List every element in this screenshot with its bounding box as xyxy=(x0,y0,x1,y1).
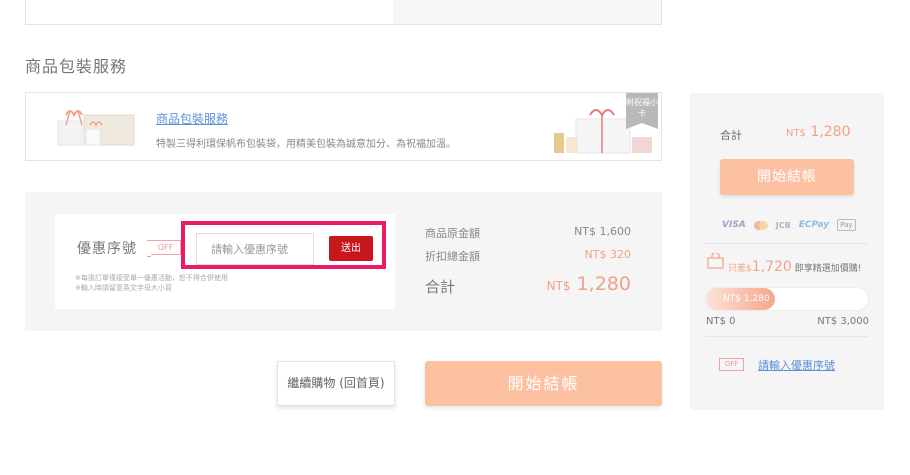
sidebar-divider xyxy=(705,243,869,244)
gift-wrap-card: 商品包裝服務 特製三得利環保帆布包裝袋，用精美包裝為誠意加分、為祝福加溫。 附祝… xyxy=(25,92,662,161)
sidebar-checkout-button[interactable]: 開始結帳 xyxy=(720,159,854,195)
gift-bag-image xyxy=(57,110,135,146)
total-label: 合計 xyxy=(425,278,456,296)
sidebar-total-amount: 1,280 xyxy=(810,124,851,140)
original-amount-value: NT$ 1,600 xyxy=(574,225,631,238)
discount-amount-row: 折扣總金額 NT$ 320 xyxy=(425,248,631,264)
sidebar-divider xyxy=(705,336,869,337)
gift-wrap-description: 特製三得利環保帆布包裝袋，用精美包裝為誠意加分、為祝福加溫。 xyxy=(156,139,456,150)
previous-section-card xyxy=(25,0,662,25)
sidebar-coupon-link[interactable]: 請輸入優惠序號 xyxy=(758,357,835,373)
total-value: NT$ 1,280 xyxy=(547,273,631,295)
mastercard-icon xyxy=(753,220,768,230)
coupon-highlight-box xyxy=(181,221,386,269)
total-row: 合計 NT$ 1,280 xyxy=(425,273,631,297)
discount-amount-label: 折扣總金額 xyxy=(425,250,480,263)
add-on-promo-text: 只差$1,720 即享精選加價購! xyxy=(728,259,861,275)
sidebar-total-currency: NT$ xyxy=(786,128,806,139)
original-amount-row: 商品原金額 NT$ 1,600 xyxy=(425,225,631,241)
previous-section-shade xyxy=(393,0,661,24)
coupon-note-2: ※輸入時請留意英文字母大小寫 xyxy=(75,284,172,292)
sidebar-total-value: NT$ 1,280 xyxy=(786,124,851,140)
off-tag-icon: OFF xyxy=(719,358,744,371)
section-title: 商品包裝服務 xyxy=(25,57,128,76)
coupon-label: 優惠序號 xyxy=(77,241,137,257)
ecpay-icon: ECPay xyxy=(798,220,830,230)
off-tag-icon: OFF xyxy=(147,240,181,257)
cart-page: 商品包裝服務 商品包裝服務 特製三得利環保帆布包裝袋，用精美包裝為誠意加分、為祝… xyxy=(0,0,910,475)
progress-min-label: NT$ 0 xyxy=(706,316,736,327)
total-currency: NT$ xyxy=(546,279,571,293)
jcb-icon: JCB xyxy=(775,220,791,230)
sidebar-total-label: 合計 xyxy=(720,129,742,142)
continue-shopping-button[interactable]: 繼續購物 (回首頁) xyxy=(277,361,395,406)
original-amount-label: 商品原金額 xyxy=(425,227,480,240)
gift-wrap-link[interactable]: 商品包裝服務 xyxy=(156,110,228,127)
apple-pay-icon: Pay xyxy=(837,219,856,231)
checkout-button[interactable]: 開始結帳 xyxy=(425,361,662,406)
promo-suffix: 即享精選加價購! xyxy=(794,264,862,274)
spend-progress-bar: NT$ 1,280 xyxy=(705,287,869,311)
sidebar-summary: 合計 NT$ 1,280 開始結帳 VISA JCB ECPay Pay 只差$… xyxy=(690,93,884,410)
total-amount: 1,280 xyxy=(576,273,631,295)
promo-amount: 1,720 xyxy=(751,259,792,275)
visa-icon: VISA xyxy=(722,220,746,230)
coupon-notes: ※每張訂單僅接受單一優惠活動，恕不得合併使用 ※輸入時請留意英文字母大小寫 xyxy=(75,273,228,293)
payment-methods: VISA JCB ECPay Pay xyxy=(722,218,856,232)
spend-progress-label: NT$ 1,280 xyxy=(723,294,770,304)
discount-amount-value: NT$ 320 xyxy=(584,248,631,261)
promo-prefix: 只差$ xyxy=(728,264,752,274)
shopping-bag-icon xyxy=(707,253,724,269)
coupon-note-1: ※每張訂單僅接受單一優惠活動，恕不得合併使用 xyxy=(75,274,228,282)
blessing-card-tag: 附祝福小卡 xyxy=(626,93,658,129)
progress-max-label: NT$ 3,000 xyxy=(817,316,869,327)
